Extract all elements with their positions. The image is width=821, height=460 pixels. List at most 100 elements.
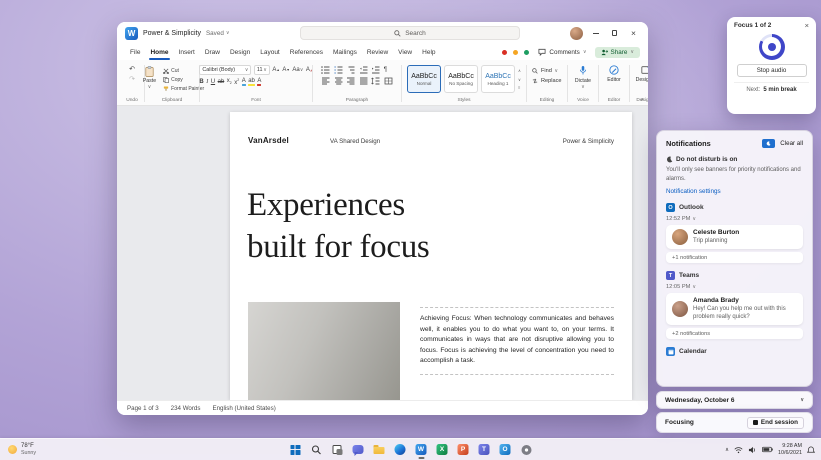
wifi-icon[interactable] — [734, 446, 743, 454]
bold-button[interactable]: B — [199, 79, 203, 85]
start-button[interactable] — [287, 442, 303, 458]
underline-button[interactable]: U — [211, 79, 215, 85]
tab-view[interactable]: View — [393, 44, 417, 60]
designer-button[interactable]: Designer — [633, 63, 648, 85]
justify-icon[interactable] — [359, 77, 368, 85]
edge-button[interactable] — [392, 442, 408, 458]
copy-button[interactable]: Copy — [163, 77, 204, 83]
notification-settings-link[interactable]: Notification settings — [666, 188, 803, 195]
maximize-button[interactable] — [608, 27, 621, 40]
find-button[interactable]: Find ∨ — [532, 68, 561, 74]
style-heading1[interactable]: AaBbCc Heading 1 — [481, 65, 516, 93]
tab-review[interactable]: Review — [362, 44, 393, 60]
teams-group-header[interactable]: T Teams — [666, 271, 803, 281]
word-count[interactable]: 234 Words — [171, 405, 201, 412]
multilevel-list-icon[interactable] — [346, 66, 355, 74]
chat-button[interactable] — [350, 442, 366, 458]
teams-button[interactable]: T — [476, 442, 492, 458]
text-effects-button[interactable]: A — [241, 78, 246, 86]
clock[interactable]: 9:28 AM 10/6/2021 — [778, 443, 802, 456]
replace-button[interactable]: Replace — [532, 78, 562, 84]
strikethrough-button[interactable]: ab — [218, 79, 225, 85]
teams-time-row[interactable]: 12:05 PM ∨ — [666, 284, 803, 290]
styles-more-icon[interactable]: ≡ — [518, 85, 521, 90]
word-taskbar-button[interactable]: W — [413, 442, 429, 459]
outlook-time-row[interactable]: 12:52 PM ∨ — [666, 216, 803, 222]
tab-draw[interactable]: Draw — [200, 44, 225, 60]
paste-button[interactable]: Paste ∨ — [140, 65, 159, 92]
tab-file[interactable]: File — [125, 44, 145, 60]
focus-close-icon[interactable]: × — [805, 22, 809, 30]
show-paragraph-marks-icon[interactable]: ¶ — [384, 67, 387, 73]
line-spacing-icon[interactable] — [371, 77, 380, 85]
close-button[interactable]: × — [627, 27, 640, 40]
subscript-button[interactable]: x2 — [227, 78, 232, 86]
document-headline[interactable]: Experiences built for focus — [247, 184, 430, 268]
styles-scroll-up-icon[interactable]: ∧ — [518, 68, 521, 73]
saved-status[interactable]: Saved ∨ — [206, 30, 230, 37]
volume-icon[interactable] — [748, 446, 757, 454]
ribbon-collapse-button[interactable]: ∧ — [640, 97, 644, 103]
settings-button[interactable] — [518, 442, 534, 458]
align-left-icon[interactable] — [321, 77, 330, 85]
style-normal[interactable]: AaBbCc Normal — [407, 65, 442, 93]
align-right-icon[interactable] — [346, 77, 355, 85]
font-size-dropdown[interactable]: 11 ∨ — [253, 65, 270, 75]
cut-button[interactable]: Cut — [163, 68, 204, 74]
decrease-indent-icon[interactable] — [359, 66, 368, 74]
style-no-spacing[interactable]: AaBbCc No Spacing — [444, 65, 479, 93]
notification-bell-icon[interactable] — [807, 446, 815, 454]
share-button[interactable]: Share ∨ — [594, 46, 640, 58]
word-search-box[interactable]: Search — [300, 26, 520, 40]
editor-button[interactable]: Editor — [604, 63, 624, 85]
teams-notification-card[interactable]: Amanda Brady Hey! Can you help me out wi… — [666, 293, 803, 326]
stop-audio-button[interactable]: Stop audio — [736, 63, 807, 77]
end-session-button[interactable]: End session — [746, 416, 804, 429]
task-view-button[interactable] — [329, 442, 345, 458]
outlook-notification-card[interactable]: Celeste Burton Trip planning — [666, 225, 803, 250]
presence-avatar-1[interactable] — [501, 48, 509, 56]
tab-home[interactable]: Home — [145, 44, 173, 60]
powerpoint-button[interactable]: P — [455, 442, 471, 458]
document-body-text[interactable]: Achieving Focus: When technology communi… — [420, 307, 614, 375]
superscript-button[interactable]: x2 — [234, 78, 239, 86]
do-not-disturb-toggle[interactable] — [762, 139, 776, 148]
outlook-button[interactable]: O — [497, 442, 513, 458]
borders-icon[interactable] — [384, 77, 393, 85]
outlook-more-notifications[interactable]: +1 notification — [666, 252, 803, 264]
page-indicator[interactable]: Page 1 of 3 — [127, 405, 159, 412]
teams-more-notifications[interactable]: +2 notifications — [666, 328, 803, 340]
tab-help[interactable]: Help — [417, 44, 440, 60]
change-case-button[interactable]: Aa∨ — [292, 67, 303, 73]
document-page[interactable]: VanArsdel VA Shared Design Power & Simpl… — [230, 112, 632, 400]
outlook-group-header[interactable]: O Outlook — [666, 203, 803, 213]
increase-indent-icon[interactable] — [371, 66, 380, 74]
italic-button[interactable]: I — [206, 79, 208, 85]
grow-font-button[interactable]: A▲ — [272, 67, 279, 73]
font-color-button[interactable]: A — [257, 78, 262, 86]
taskbar-search-button[interactable] — [308, 442, 324, 458]
undo-icon[interactable]: ↶ — [129, 66, 135, 73]
align-center-icon[interactable] — [334, 77, 343, 85]
presence-avatar-3[interactable] — [523, 48, 531, 56]
format-painter-button[interactable]: Format Painter — [163, 86, 204, 92]
numbered-list-icon[interactable] — [334, 66, 343, 74]
language-indicator[interactable]: English (United States) — [212, 405, 275, 412]
styles-gallery-scroll[interactable]: ∧ ∨ ≡ — [518, 65, 521, 93]
tray-expand-chevron[interactable]: ∧ — [725, 447, 729, 453]
user-avatar[interactable] — [570, 26, 583, 40]
redo-icon[interactable]: ↷ — [129, 76, 135, 83]
shrink-font-button[interactable]: A▼ — [282, 67, 289, 73]
calendar-group-header[interactable]: Calendar — [666, 347, 803, 357]
tab-design[interactable]: Design — [225, 44, 255, 60]
battery-icon[interactable] — [762, 446, 773, 453]
tab-insert[interactable]: Insert — [174, 44, 200, 60]
date-card[interactable]: Wednesday, October 6 ∨ — [656, 391, 813, 409]
file-explorer-button[interactable] — [371, 442, 387, 458]
clear-all-button[interactable]: Clear all — [780, 140, 803, 147]
comments-button[interactable]: Comments ∨ — [534, 46, 590, 58]
weather-widget[interactable]: 78°F Sunny — [8, 439, 36, 460]
bullet-list-icon[interactable] — [321, 66, 330, 74]
dictate-button[interactable]: Dictate ∨ — [572, 63, 594, 92]
presence-avatar-2[interactable] — [512, 48, 520, 56]
